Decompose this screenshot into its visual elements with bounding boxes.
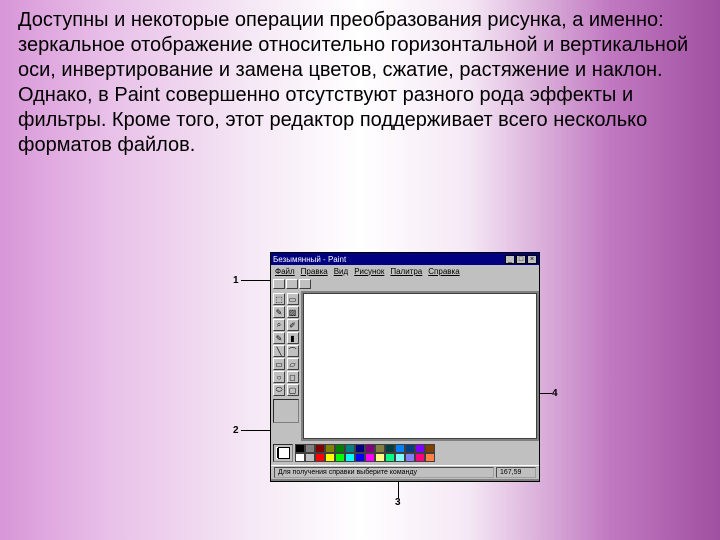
tool-button[interactable]: ▱ bbox=[287, 358, 299, 370]
callout-line-3 bbox=[398, 480, 399, 498]
color-swatch[interactable] bbox=[355, 453, 365, 462]
tool-button[interactable]: ▮ bbox=[287, 332, 299, 344]
callout-4: 4 bbox=[552, 388, 558, 399]
menu-view[interactable]: Вид bbox=[334, 267, 348, 276]
tool-button[interactable]: ✎ bbox=[273, 332, 285, 344]
color-swatch[interactable] bbox=[415, 444, 425, 453]
statusbar: Для получения справки выберите команду 1… bbox=[271, 465, 539, 479]
color-swatch[interactable] bbox=[295, 444, 305, 453]
color-swatch[interactable] bbox=[375, 444, 385, 453]
tool-button[interactable]: ▨ bbox=[287, 306, 299, 318]
toolbar-button[interactable] bbox=[273, 279, 285, 289]
color-swatch[interactable] bbox=[335, 444, 345, 453]
drawing-canvas[interactable] bbox=[303, 293, 537, 439]
color-swatch[interactable] bbox=[305, 453, 315, 462]
toolbar bbox=[271, 277, 539, 291]
colorbar bbox=[271, 441, 539, 465]
paint-window: Безымянный - Paint _ □ × Файл Правка Вид… bbox=[270, 252, 540, 482]
window-title: Безымянный - Paint bbox=[273, 255, 504, 264]
tool-button[interactable]: ⬭ bbox=[273, 384, 285, 396]
callout-line-1 bbox=[241, 280, 271, 281]
close-button[interactable]: × bbox=[527, 255, 537, 264]
tool-button[interactable]: ✎ bbox=[273, 306, 285, 318]
menu-help[interactable]: Справка bbox=[428, 267, 459, 276]
tool-button[interactable]: ⌕ bbox=[273, 319, 285, 331]
tool-button[interactable]: ⌒ bbox=[287, 345, 299, 357]
color-swatch[interactable] bbox=[305, 444, 315, 453]
status-coords: 167,59 bbox=[496, 467, 536, 478]
minimize-button[interactable]: _ bbox=[505, 255, 515, 264]
callout-3: 3 bbox=[395, 497, 401, 508]
paint-figure: 1 2 3 4 Безымянный - Paint _ □ × Файл Пр… bbox=[230, 252, 570, 532]
canvas-area bbox=[301, 291, 539, 441]
tool-button[interactable]: ▭ bbox=[287, 293, 299, 305]
color-swatch[interactable] bbox=[425, 444, 435, 453]
color-swatch[interactable] bbox=[345, 453, 355, 462]
tool-button[interactable]: ◻ bbox=[287, 371, 299, 383]
color-swatch[interactable] bbox=[345, 444, 355, 453]
titlebar: Безымянный - Paint _ □ × bbox=[271, 253, 539, 265]
tool-button[interactable]: ▭ bbox=[273, 358, 285, 370]
toolbar-button[interactable] bbox=[286, 279, 298, 289]
toolbox: ⬚▭✎▨⌕✐✎▮╲⌒▭▱○◻⬭▢ bbox=[271, 291, 301, 441]
color-swatch[interactable] bbox=[425, 453, 435, 462]
color-swatch[interactable] bbox=[375, 453, 385, 462]
color-swatch[interactable] bbox=[355, 444, 365, 453]
color-swatch[interactable] bbox=[395, 444, 405, 453]
color-swatch[interactable] bbox=[295, 453, 305, 462]
color-swatch[interactable] bbox=[325, 444, 335, 453]
color-swatch[interactable] bbox=[405, 444, 415, 453]
status-hint: Для получения справки выберите команду bbox=[274, 467, 494, 478]
tool-options bbox=[273, 399, 299, 423]
menu-edit[interactable]: Правка bbox=[301, 267, 328, 276]
callout-2: 2 bbox=[233, 425, 239, 436]
color-swatch[interactable] bbox=[365, 444, 375, 453]
menu-file[interactable]: Файл bbox=[275, 267, 295, 276]
callout-line-2 bbox=[241, 430, 271, 431]
maximize-button[interactable]: □ bbox=[516, 255, 526, 264]
color-swatch[interactable] bbox=[365, 453, 375, 462]
tool-button[interactable]: ✐ bbox=[287, 319, 299, 331]
menubar: Файл Правка Вид Рисунок Палитра Справка bbox=[271, 265, 539, 277]
color-swatch[interactable] bbox=[405, 453, 415, 462]
toolbar-button[interactable] bbox=[299, 279, 311, 289]
callout-1: 1 bbox=[233, 275, 239, 286]
color-palette bbox=[295, 444, 435, 462]
tool-button[interactable]: ╲ bbox=[273, 345, 285, 357]
slide-paragraph: Доступны и некоторые операции преобразов… bbox=[0, 0, 720, 168]
workspace: ⬚▭✎▨⌕✐✎▮╲⌒▭▱○◻⬭▢ bbox=[271, 291, 539, 441]
color-swatch[interactable] bbox=[385, 453, 395, 462]
color-swatch[interactable] bbox=[315, 444, 325, 453]
color-swatch[interactable] bbox=[385, 444, 395, 453]
fg-bg-indicator[interactable] bbox=[273, 444, 293, 462]
color-swatch[interactable] bbox=[325, 453, 335, 462]
color-swatch[interactable] bbox=[335, 453, 345, 462]
tool-button[interactable]: ⬚ bbox=[273, 293, 285, 305]
tool-button[interactable]: ▢ bbox=[287, 384, 299, 396]
color-swatch[interactable] bbox=[315, 453, 325, 462]
color-swatch[interactable] bbox=[415, 453, 425, 462]
tool-button[interactable]: ○ bbox=[273, 371, 285, 383]
menu-palette[interactable]: Палитра bbox=[390, 267, 422, 276]
color-swatch[interactable] bbox=[395, 453, 405, 462]
menu-image[interactable]: Рисунок bbox=[354, 267, 384, 276]
callout-line-4 bbox=[538, 393, 552, 394]
